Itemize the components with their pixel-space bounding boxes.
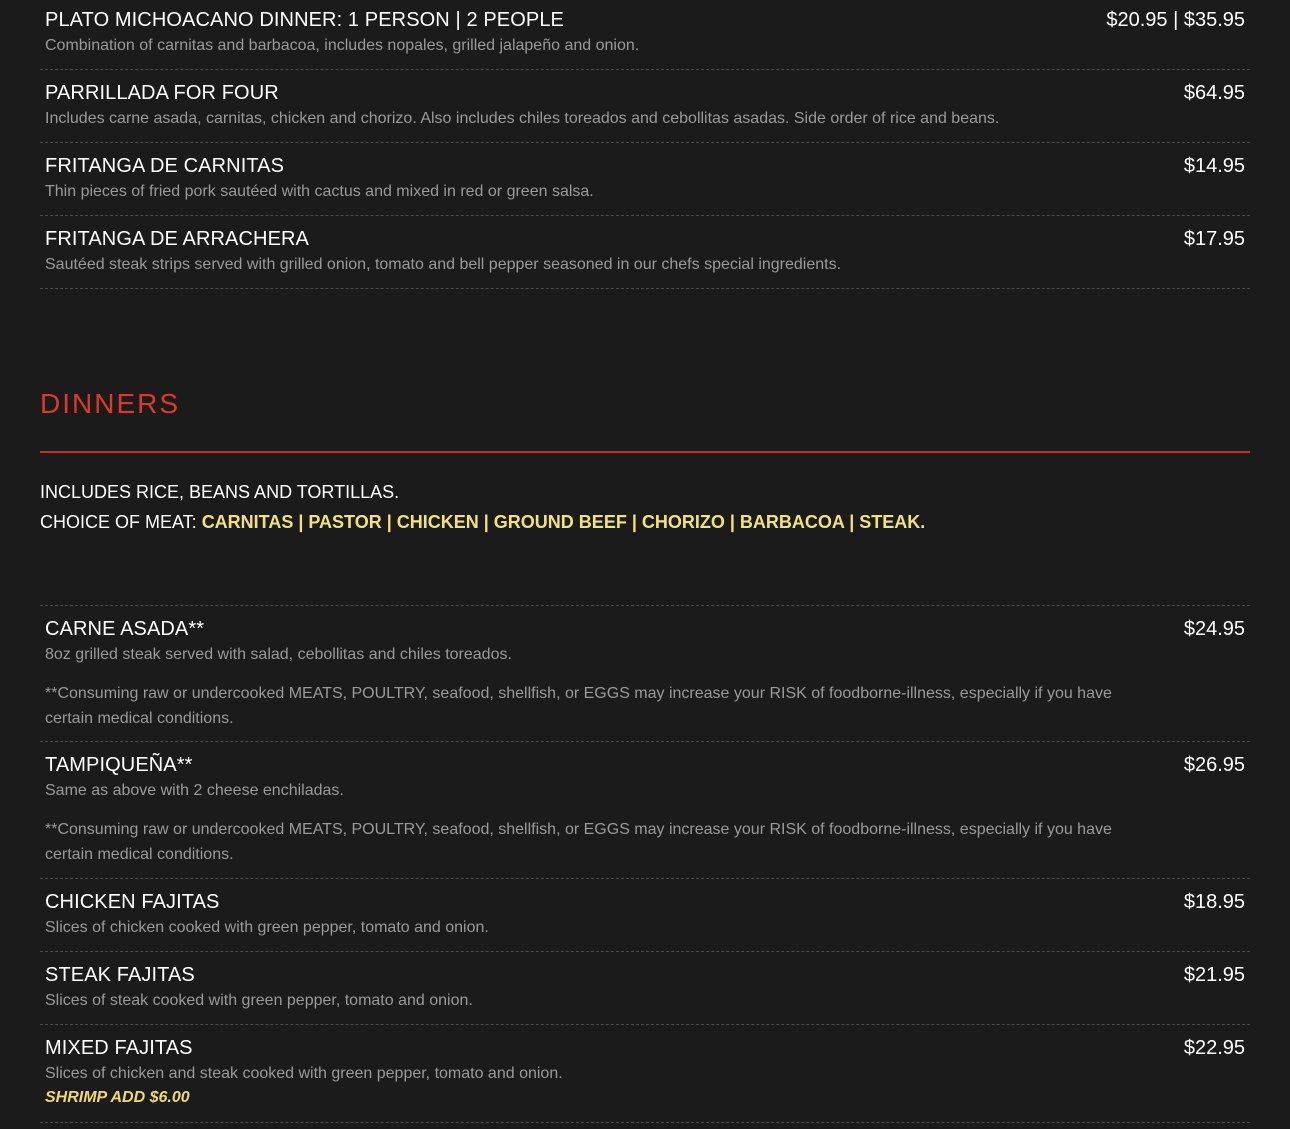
item-name: FRITANGA DE ARRACHERA [45,228,309,250]
item-description: 8oz grilled steak served with salad, ceb… [45,646,512,663]
item-price: $26.95 [1183,754,1245,776]
menu-item: $20.95 | $35.95 PLATO MICHOACANO DINNER:… [40,0,1250,70]
includes-text: INCLUDES RICE, BEANS AND TORTILLAS. [40,482,400,502]
menu-item: $24.95 CARNE ASADA** 8oz grilled steak s… [40,606,1250,742]
menu-item: $17.95 FRITANGA DE ARRACHERA Sautéed ste… [40,216,1250,289]
item-description: Slices of steak cooked with green pepper… [45,992,473,1009]
meat-choice-options: CARNITAS | PASTOR | CHICKEN | GROUND BEE… [201,512,926,532]
top-menu-list: $20.95 | $35.95 PLATO MICHOACANO DINNER:… [40,0,1250,289]
item-name: PLATO MICHOACANO DINNER: 1 PERSON | 2 PE… [45,9,564,31]
menu-item: $26.95 TAMPIQUEÑA** Same as above with 2… [40,742,1250,879]
item-price: $64.95 [1183,82,1245,104]
item-name: CARNE ASADA** [45,618,205,640]
section-divider [40,451,1250,453]
menu-item: $22.95 MIXED FAJITAS Slices of chicken a… [40,1025,1250,1123]
item-description: Includes carne asada, carnitas, chicken … [45,110,1000,127]
item-name: MIXED FAJITAS [45,1037,193,1059]
item-price: $20.95 | $35.95 [1106,9,1245,31]
item-price: $21.95 [1183,964,1245,986]
item-price: $22.95 [1183,1037,1245,1059]
item-name: FRITANGA DE CARNITAS [45,155,285,177]
item-description: Same as above with 2 cheese enchiladas. [45,782,344,799]
item-name: STEAK FAJITAS [45,964,195,986]
item-description: Combination of carnitas and barbacoa, in… [45,37,640,54]
item-description: Slices of chicken cooked with green pepp… [45,919,489,936]
item-description: Sautéed steak strips served with grilled… [45,256,842,273]
item-name: TAMPIQUEÑA** [45,754,193,776]
item-price: $18.95 [1183,891,1245,913]
section-info: INCLUDES RICE, BEANS AND TORTILLAS. CHOI… [40,477,925,537]
item-description: Thin pieces of fried pork sautéed with c… [45,183,594,200]
item-addon-shrimp: SHRIMP ADD $6.00 [45,1089,190,1106]
menu-item: $18.95 CHICKEN FAJITAS Slices of chicken… [40,879,1250,952]
item-price: $14.95 [1183,155,1245,177]
menu-item: $21.95 STEAK FAJITAS Slices of steak coo… [40,952,1250,1025]
item-allergy-note: **Consuming raw or undercooked MEATS, PO… [45,821,1112,863]
meat-choice-line: CHOICE OF MEAT: CARNITAS | PASTOR | CHIC… [40,507,925,537]
meat-choice-label: CHOICE OF MEAT: [40,512,202,532]
menu-item: $14.95 FRITANGA DE CARNITAS Thin pieces … [40,143,1250,216]
item-allergy-note: **Consuming raw or undercooked MEATS, PO… [45,685,1112,727]
item-name: PARRILLADA FOR FOUR [45,82,279,104]
menu-item: $64.95 PARRILLADA FOR FOUR Includes carn… [40,70,1250,143]
item-price: $17.95 [1183,228,1245,250]
section-title-dinners: DINNERS [40,388,181,419]
item-name: CHICKEN FAJITAS [45,891,220,913]
item-description: Slices of chicken and steak cooked with … [45,1065,563,1082]
dinners-menu-list: $24.95 CARNE ASADA** 8oz grilled steak s… [40,606,1250,1123]
item-price: $24.95 [1183,618,1245,640]
